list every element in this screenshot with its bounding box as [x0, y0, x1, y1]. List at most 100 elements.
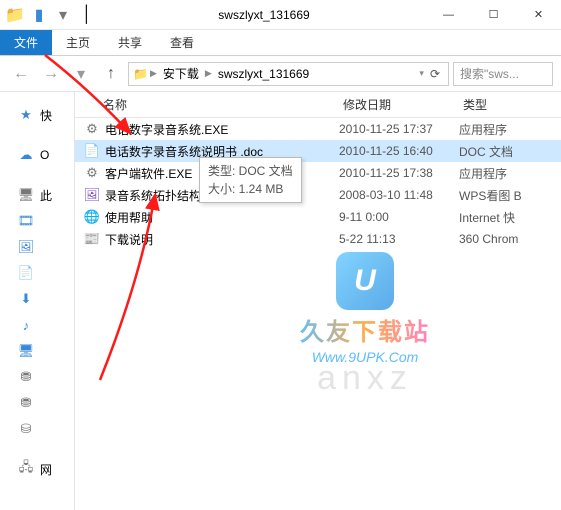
- file-date: 5-22 11:13: [339, 232, 459, 246]
- sidebar-item-image[interactable]: 🖼: [0, 234, 74, 260]
- download-icon: ⬇: [18, 291, 34, 307]
- quick-access-toolbar: 📁 ▮ ▾ │: [0, 4, 102, 26]
- explorer-body: ★ 快 ☁ O 🖥 此 🎞 🖼 📄 ⬇ ♪ 🖥 ⛃ ⛃ ⛁ 🖧 网 名称 修改: [0, 92, 561, 510]
- file-pane: 名称 修改日期 类型 ⚙电话数字录音系统.EXE2010-11-25 17:37…: [75, 92, 561, 510]
- sidebar-item-doc[interactable]: 📄: [0, 260, 74, 286]
- file-type: Internet 快: [459, 209, 561, 226]
- column-date[interactable]: 修改日期: [335, 96, 455, 113]
- chevron-right-icon[interactable]: ▶: [150, 68, 157, 79]
- sidebar-item-pc[interactable]: 🖥 此: [0, 182, 74, 208]
- disk-icon: ⛃: [18, 395, 34, 411]
- address-bar[interactable]: 📁 ▶ 安下载 ▶ swszlyxt_131669 ▾ ⟳: [128, 62, 449, 86]
- tooltip-line: 类型: DOC 文档: [208, 162, 293, 180]
- pc-icon: 🖥: [18, 187, 34, 203]
- breadcrumb-2[interactable]: swszlyxt_131669: [214, 67, 313, 81]
- qat-dropdown-icon[interactable]: ▾: [52, 4, 74, 26]
- file-type: 应用程序: [459, 165, 561, 182]
- window-title: swszlyxt_131669: [102, 8, 426, 22]
- cloud-icon: ☁: [18, 147, 34, 163]
- chevron-right-icon[interactable]: ▶: [205, 68, 212, 79]
- file-type: DOC 文档: [459, 143, 561, 160]
- address-dropdown-icon[interactable]: ▾: [419, 68, 424, 79]
- file-date: 2008-03-10 11:48: [339, 188, 459, 202]
- sidebar-item-desktop[interactable]: 🖥: [0, 338, 74, 364]
- folder-icon: 📁: [133, 67, 148, 81]
- watermark-url: Www.9UPK.Com: [215, 349, 515, 365]
- sidebar-item-disk-d[interactable]: ⛃: [0, 390, 74, 416]
- file-date: 2010-11-25 17:38: [339, 166, 459, 180]
- file-row[interactable]: 📰下载说明 5-22 11:13360 Chrom: [75, 228, 561, 250]
- close-button[interactable]: ✕: [516, 0, 561, 30]
- breadcrumb-1[interactable]: 安下载: [159, 65, 203, 82]
- file-name: 使用帮助: [105, 209, 339, 226]
- tab-file[interactable]: 文件: [0, 30, 52, 55]
- sidebar-item-drive[interactable]: ⛁: [0, 416, 74, 442]
- qat-pin-icon[interactable]: ▮: [28, 4, 50, 26]
- column-headers: 名称 修改日期 类型: [75, 92, 561, 118]
- doc-icon: 📄: [18, 265, 34, 281]
- network-icon: 🖧: [18, 461, 34, 477]
- file-name: 下载说明: [105, 231, 339, 248]
- sidebar-item-cloud[interactable]: ☁ O: [0, 142, 74, 168]
- watermark-text: 久友下载站: [300, 312, 430, 347]
- sidebar: ★ 快 ☁ O 🖥 此 🎞 🖼 📄 ⬇ ♪ 🖥 ⛃ ⛃ ⛁ 🖧 网: [0, 92, 75, 510]
- up-button[interactable]: ↑: [98, 61, 124, 87]
- file-type: 360 Chrom: [459, 232, 561, 246]
- sidebar-item-music[interactable]: ♪: [0, 312, 74, 338]
- sidebar-label: 此: [40, 187, 52, 204]
- file-icon: ⚙: [83, 120, 101, 138]
- file-row[interactable]: ⚙电话数字录音系统.EXE2010-11-25 17:37应用程序: [75, 118, 561, 140]
- file-name: 电话数字录音系统.EXE: [105, 121, 339, 138]
- column-type[interactable]: 类型: [455, 96, 561, 113]
- watermark: U 久友下载站 Www.9UPK.Com anxz: [215, 252, 515, 398]
- file-icon: 🌐: [83, 208, 101, 226]
- file-row[interactable]: 📄电话数字录音系统说明书 .doc2010-11-25 16:40DOC 文档: [75, 140, 561, 162]
- sidebar-item-video[interactable]: 🎞: [0, 208, 74, 234]
- tab-share[interactable]: 共享: [104, 30, 156, 55]
- file-row[interactable]: ⚙客户端软件.EXE2010-11-25 17:38应用程序: [75, 162, 561, 184]
- sidebar-item-download[interactable]: ⬇: [0, 286, 74, 312]
- file-row[interactable]: 🖼录音系统拓扑结构.bmp2008-03-10 11:48WPS看图 B: [75, 184, 561, 206]
- qat-separator: │: [76, 4, 98, 26]
- drive-icon: ⛁: [18, 421, 34, 437]
- file-tooltip: 类型: DOC 文档 大小: 1.24 MB: [199, 157, 302, 203]
- file-row[interactable]: 🌐使用帮助 9-11 0:00Internet 快: [75, 206, 561, 228]
- refresh-icon[interactable]: ⟳: [426, 67, 444, 81]
- sidebar-label: 快: [40, 107, 52, 124]
- file-icon: ⚙: [83, 164, 101, 182]
- tooltip-line: 大小: 1.24 MB: [208, 180, 293, 198]
- titlebar: 📁 ▮ ▾ │ swszlyxt_131669 — ☐ ✕: [0, 0, 561, 30]
- navigation-bar: ← → ▾ ↑ 📁 ▶ 安下载 ▶ swszlyxt_131669 ▾ ⟳ 搜索…: [0, 56, 561, 92]
- sidebar-item-quick[interactable]: ★ 快: [0, 102, 74, 128]
- column-name[interactable]: 名称: [75, 96, 335, 113]
- maximize-button[interactable]: ☐: [471, 0, 516, 30]
- tab-home[interactable]: 主页: [52, 30, 104, 55]
- star-icon: ★: [18, 107, 34, 123]
- search-input[interactable]: 搜索"sws...: [453, 62, 553, 86]
- file-icon: 📰: [83, 230, 101, 248]
- sidebar-item-network[interactable]: 🖧 网: [0, 456, 74, 482]
- music-icon: ♪: [18, 317, 34, 333]
- watermark-logo-icon: U: [336, 252, 394, 310]
- window-controls: — ☐ ✕: [426, 0, 561, 30]
- file-date: 2010-11-25 16:40: [339, 144, 459, 158]
- forward-button[interactable]: →: [38, 61, 64, 87]
- file-icon: 📄: [83, 142, 101, 160]
- image-icon: 🖼: [18, 239, 34, 255]
- file-type: WPS看图 B: [459, 187, 561, 204]
- file-date: 2010-11-25 17:37: [339, 122, 459, 136]
- folder-icon[interactable]: 📁: [4, 4, 26, 26]
- tab-view[interactable]: 查看: [156, 30, 208, 55]
- desktop-icon: 🖥: [18, 343, 34, 359]
- ribbon-tabs: 文件 主页 共享 查看: [0, 30, 561, 56]
- search-placeholder: 搜索"sws...: [460, 65, 519, 82]
- file-type: 应用程序: [459, 121, 561, 138]
- recent-dropdown-icon[interactable]: ▾: [68, 61, 94, 87]
- watermark-bg: anxz: [215, 359, 515, 398]
- sidebar-item-disk-c[interactable]: ⛃: [0, 364, 74, 390]
- sidebar-label: O: [40, 148, 49, 162]
- video-icon: 🎞: [18, 213, 34, 229]
- file-date: 9-11 0:00: [339, 210, 459, 224]
- back-button[interactable]: ←: [8, 61, 34, 87]
- minimize-button[interactable]: —: [426, 0, 471, 30]
